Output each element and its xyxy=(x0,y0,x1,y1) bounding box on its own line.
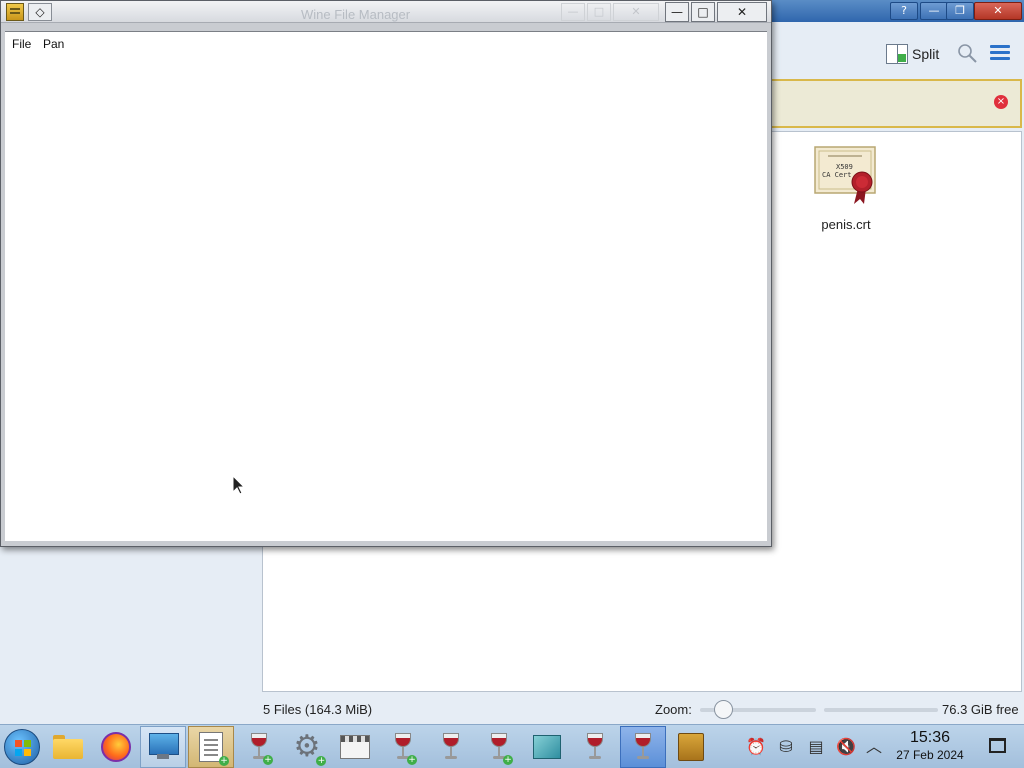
wine-glass-icon: + xyxy=(395,733,417,765)
wine-settings-icon: ⚙ + xyxy=(293,729,327,766)
clock-time: 15:36 xyxy=(909,729,951,746)
search-icon[interactable] xyxy=(956,42,978,64)
cert-line-2: CA Cert xyxy=(822,171,852,179)
window-menu-button[interactable]: ◇ xyxy=(28,3,52,21)
file-name: penis.crt xyxy=(821,217,871,232)
windows-logo-icon xyxy=(15,740,31,756)
wine-package-icon xyxy=(533,735,561,759)
task-wine-app[interactable] xyxy=(428,726,474,768)
close-button[interactable]: ✕ xyxy=(717,2,767,22)
maximize-button[interactable]: □ xyxy=(691,2,715,22)
inactive-maximize-button: □ xyxy=(587,3,611,21)
wine-store-icon xyxy=(340,735,370,759)
split-button[interactable]: Split xyxy=(886,42,939,66)
usb-device-icon[interactable]: ⛁ xyxy=(776,737,796,757)
task-wine-app-selected[interactable] xyxy=(620,726,666,768)
free-space-bar xyxy=(824,708,938,712)
system-tray: ⏰ ⛁ ▤ 🔇 ︿ 15:36 27 Feb 2024 xyxy=(740,725,1024,768)
task-firefox[interactable] xyxy=(93,726,139,768)
system-info-icon xyxy=(147,733,179,761)
hamburger-menu-icon[interactable] xyxy=(990,45,1010,61)
menu-pan[interactable]: Pan xyxy=(43,37,64,51)
wine-glass-icon xyxy=(635,733,651,761)
mouse-cursor-icon xyxy=(232,475,246,495)
certificate-icon: X509 CA Cert xyxy=(814,146,876,204)
task-wine-store[interactable] xyxy=(332,726,378,768)
wine-glass-icon xyxy=(443,733,459,761)
task-wine-app[interactable]: + xyxy=(476,726,522,768)
file-item[interactable]: X509 CA Cert penis.crt xyxy=(803,144,889,232)
dolphin-close-button[interactable]: ✕ xyxy=(974,2,1022,20)
taskbar: + + ⚙ + + + ⏰ ⛁ ▤ 🔇 ︿ 15:36 27 Feb 2024 xyxy=(0,724,1024,768)
help-button[interactable]: ? xyxy=(890,2,918,20)
free-space-label: 76.3 GiB free xyxy=(942,702,1019,717)
alarm-icon[interactable]: ⏰ xyxy=(746,737,766,757)
task-wine-app[interactable]: + xyxy=(380,726,426,768)
cert-line-1: X509 xyxy=(836,163,853,171)
task-folder[interactable] xyxy=(45,726,91,768)
wine-filemanager-icon xyxy=(678,733,704,761)
inactive-close-button: ✕ xyxy=(613,3,659,21)
task-system-info[interactable] xyxy=(140,726,186,768)
wine-file-manager-window: ◇ Wine File Manager — □ ✕ — □ ✕ File Pan xyxy=(0,0,772,547)
wine-glass-icon: + xyxy=(251,733,273,765)
banner-close-icon[interactable]: × xyxy=(994,95,1008,109)
client-area[interactable] xyxy=(5,53,767,541)
start-button[interactable] xyxy=(4,729,40,765)
clock[interactable]: 15:36 27 Feb 2024 xyxy=(890,729,970,762)
firefox-icon xyxy=(101,732,131,762)
wine-glass-icon xyxy=(587,733,603,761)
minimize-button[interactable]: — xyxy=(665,2,689,22)
dolphin-minimize-button[interactable]: — xyxy=(920,2,948,20)
clock-date: 27 Feb 2024 xyxy=(896,748,964,762)
task-wine-package[interactable] xyxy=(524,726,570,768)
window-title: Wine File Manager xyxy=(301,7,411,22)
split-view-icon xyxy=(886,44,908,64)
task-wine-app[interactable]: + xyxy=(236,726,282,768)
task-wine-settings[interactable]: ⚙ + xyxy=(284,726,330,768)
info-banner: × xyxy=(772,79,1022,128)
status-bar: 5 Files (164.3 MiB) Zoom: 76.3 GiB free xyxy=(0,696,1024,722)
file-count-status: 5 Files (164.3 MiB) xyxy=(263,702,373,717)
filemanager-app-icon[interactable] xyxy=(6,3,24,21)
dolphin-maximize-button[interactable]: ❐ xyxy=(946,2,974,20)
volume-muted-icon[interactable]: 🔇 xyxy=(836,737,856,757)
menu-bar: File Pan xyxy=(5,31,767,53)
zoom-slider-handle[interactable] xyxy=(714,700,734,719)
dolphin-toolbar: Split xyxy=(772,30,1024,76)
wine-titlebar[interactable]: ◇ Wine File Manager — □ ✕ — □ ✕ xyxy=(1,1,771,23)
chevron-up-icon[interactable]: ︿ xyxy=(864,737,884,757)
wine-notepad-icon: + xyxy=(199,732,229,766)
clipboard-icon[interactable]: ▤ xyxy=(806,737,826,757)
split-button-label: Split xyxy=(912,46,940,62)
task-wine-filemanager[interactable] xyxy=(668,726,714,768)
wine-glass-icon: + xyxy=(491,733,513,765)
folder-icon xyxy=(53,735,83,759)
task-wine-notepad[interactable]: + xyxy=(188,726,234,768)
inactive-minimize-button: — xyxy=(561,3,585,21)
show-desktop-icon[interactable] xyxy=(989,738,1006,753)
zoom-label: Zoom: xyxy=(655,702,692,717)
task-wine-app[interactable] xyxy=(572,726,618,768)
menu-file[interactable]: File xyxy=(12,37,31,51)
